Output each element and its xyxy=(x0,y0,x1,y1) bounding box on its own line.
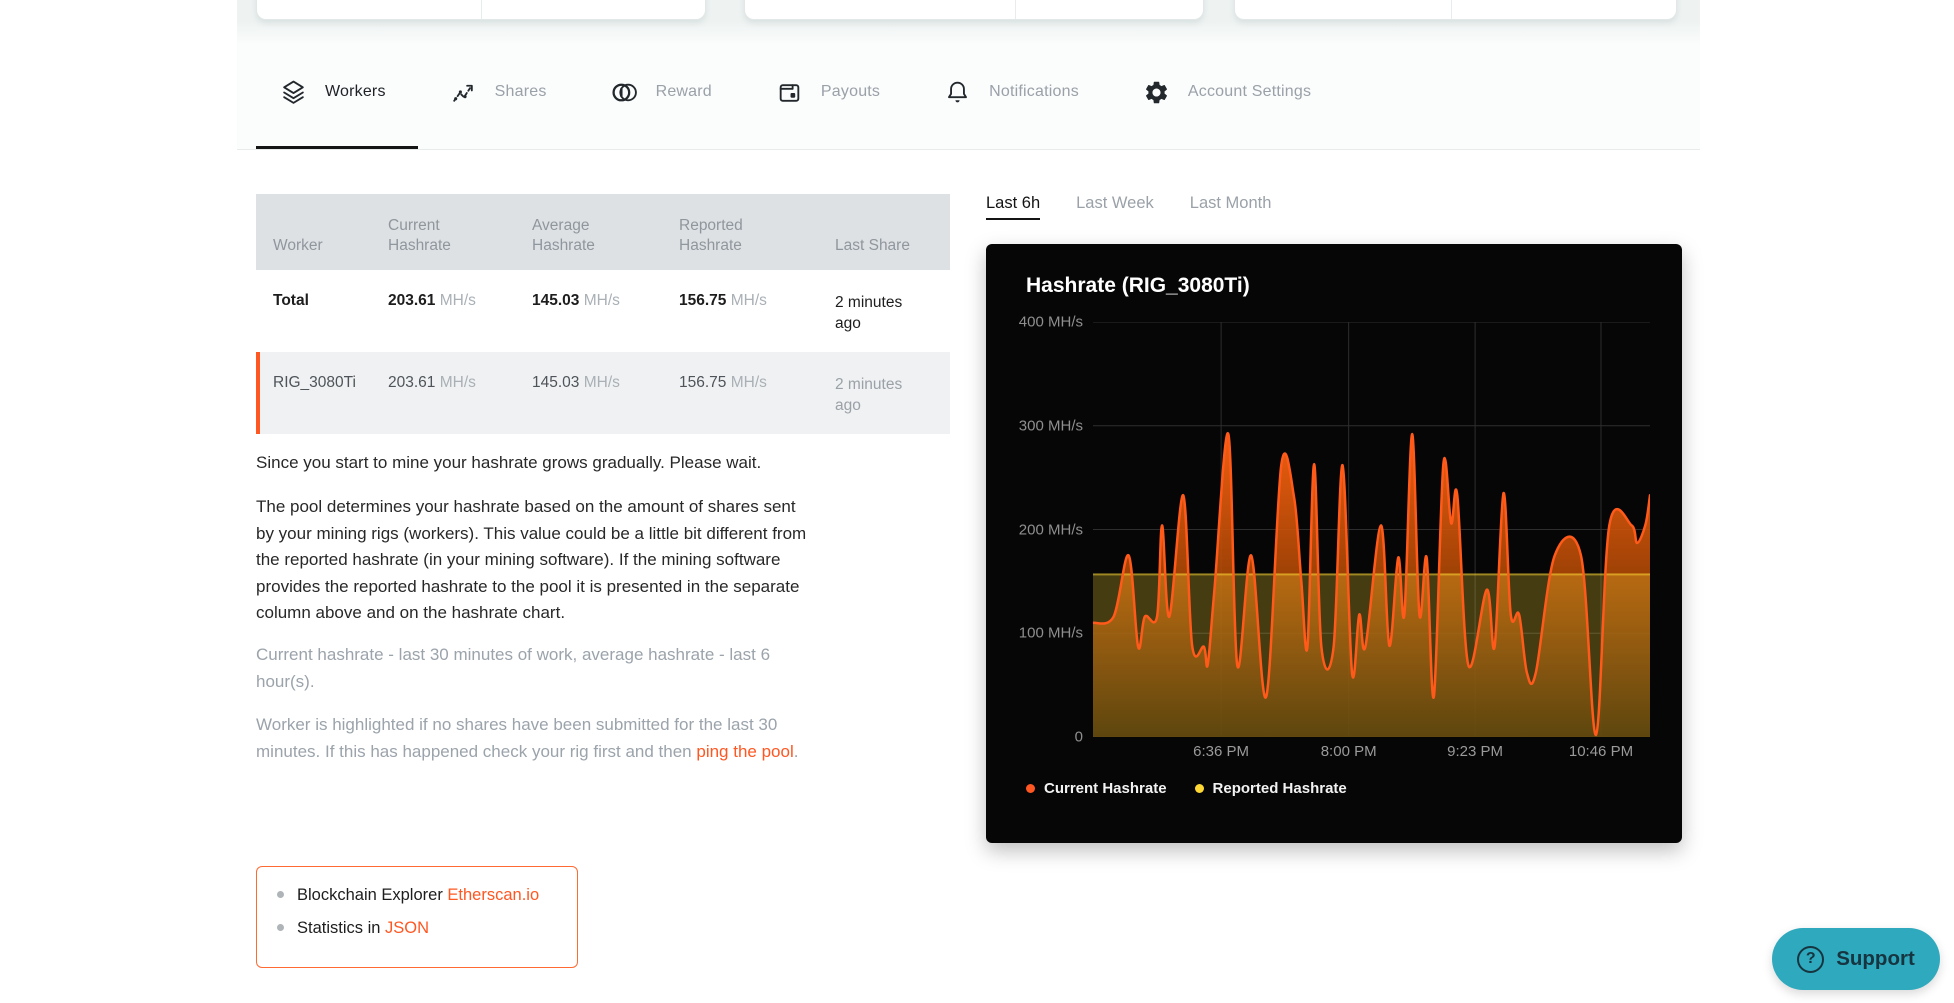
card-divider xyxy=(481,0,482,19)
tab-workers[interactable]: Workers xyxy=(280,79,386,106)
workers-page: Workers Shares Reward Payouts Notificati… xyxy=(0,0,1954,1003)
x-tick-label: 9:23 PM xyxy=(1447,743,1504,760)
hashrate-area-chart xyxy=(1093,322,1650,737)
y-tick-label: 200 MH/s xyxy=(1018,521,1083,538)
active-tab-indicator xyxy=(256,146,418,149)
y-tick-label: 100 MH/s xyxy=(1018,624,1083,642)
hint-hashrate-windows: Current hashrate - last 30 minutes of wo… xyxy=(256,645,771,691)
workers-table: Worker Current Hashrate Average Hashrate… xyxy=(256,194,950,434)
x-tick-label: 8:00 PM xyxy=(1320,743,1377,760)
x-tick-label: 6:36 PM xyxy=(1193,743,1250,760)
last-share-value: 2 minutes ago xyxy=(835,376,903,414)
statistics-text: Statistics in xyxy=(297,919,386,937)
support-button[interactable]: ? Support xyxy=(1772,928,1940,990)
hashrate-unit: MH/s xyxy=(583,292,620,309)
legend-dot-reported xyxy=(1194,784,1204,793)
chart-title: Hashrate (RIG_3080Ti) xyxy=(1026,274,1250,297)
support-label: Support xyxy=(1836,947,1915,970)
reported-hashrate-value: 156.75 xyxy=(679,292,727,309)
card-divider xyxy=(1451,0,1453,19)
range-tab-last-month[interactable]: Last Month xyxy=(1190,194,1272,220)
chart-range-tabs: Last 6h Last Week Last Month xyxy=(986,194,1271,220)
range-tab-last-6h[interactable]: Last 6h xyxy=(986,194,1041,220)
stat-card xyxy=(744,0,1204,20)
layers-icon xyxy=(283,80,304,104)
legend-item-current: Current Hashrate xyxy=(1026,780,1167,797)
tab-label: Workers xyxy=(325,83,386,100)
y-tick-label: 400 MH/s xyxy=(1018,313,1083,331)
blockchain-explorer-text: Blockchain Explorer xyxy=(297,886,448,904)
hashrate-unit: MH/s xyxy=(730,374,767,391)
stat-card xyxy=(1234,0,1677,20)
tab-payouts[interactable]: Payouts xyxy=(776,79,880,106)
hint-gradual-hashrate: Since you start to mine your hashrate gr… xyxy=(256,453,762,472)
json-stats-link[interactable]: JSON xyxy=(385,919,429,937)
x-tick-label: 10:46 PM xyxy=(1568,743,1634,760)
x-axis-labels: 6:36 PM 8:00 PM 9:23 PM 10:46 PM xyxy=(1093,743,1650,765)
legend-label: Current Hashrate xyxy=(1044,780,1167,797)
hashrate-unit: MH/s xyxy=(583,374,620,391)
tab-label: Shares xyxy=(494,83,547,100)
col-header-worker: Worker xyxy=(273,237,323,254)
worker-name: RIG_3080Ti xyxy=(273,374,356,391)
average-hashrate-value: 145.03 xyxy=(532,292,580,309)
list-item: Statistics in JSON xyxy=(277,919,567,938)
current-hashrate-value: 203.61 xyxy=(388,374,436,391)
question-mark-icon: ? xyxy=(1797,945,1825,973)
col-header-current: Current Hashrate xyxy=(388,217,451,254)
gear-icon xyxy=(1145,81,1167,103)
tab-label: Notifications xyxy=(989,83,1079,100)
bullet-icon xyxy=(277,924,284,931)
legend-dot-current xyxy=(1026,784,1035,793)
worker-name: Total xyxy=(273,292,309,309)
tab-label: Reward xyxy=(655,83,712,100)
range-tab-last-week[interactable]: Last Week xyxy=(1076,194,1154,220)
card-divider xyxy=(1015,0,1017,19)
tab-account-settings[interactable]: Account Settings xyxy=(1143,79,1311,106)
average-hashrate-value: 145.03 xyxy=(532,374,580,391)
table-row-total: Total 203.61 MH/s 145.03 MH/s 156.75 MH/… xyxy=(256,270,950,352)
hashrate-chart-panel: Hashrate (RIG_3080Ti) 400 MH/s 300 MH/s 20… xyxy=(986,244,1682,843)
scatter-arrow-icon xyxy=(452,84,473,102)
hashrate-unit: MH/s xyxy=(439,374,476,391)
hint-pool-determination: The pool determines your hashrate based … xyxy=(256,497,807,622)
external-links-box: Blockchain Explorer Etherscan.io Statist… xyxy=(256,866,578,968)
y-tick-label: 0 xyxy=(1074,728,1083,746)
bullet-icon xyxy=(277,891,284,898)
tab-label: Account Settings xyxy=(1187,83,1312,100)
tab-notifications[interactable]: Notifications xyxy=(944,79,1079,106)
bell-icon xyxy=(948,81,968,102)
table-row-rig: RIG_3080Ti 203.61 MH/s 145.03 MH/s 156.7… xyxy=(256,352,950,434)
y-tick-label: 300 MH/s xyxy=(1018,417,1083,435)
last-share-value: 2 minutes ago xyxy=(835,294,903,332)
y-axis-labels: 400 MH/s 300 MH/s 200 MH/s 100 MH/s 0 xyxy=(986,314,1083,746)
main-tabbar: Workers Shares Reward Payouts Notificati… xyxy=(280,56,1311,128)
reported-hashrate-value: 156.75 xyxy=(679,374,727,391)
list-item: Blockchain Explorer Etherscan.io xyxy=(277,886,567,905)
col-header-reported: Reported Hashrate xyxy=(679,217,743,254)
col-header-last-share: Last Share xyxy=(835,237,910,254)
stat-card xyxy=(256,0,706,20)
wallet-icon xyxy=(779,83,800,102)
hashrate-unit: MH/s xyxy=(730,292,767,309)
etherscan-link[interactable]: Etherscan.io xyxy=(447,886,539,904)
coins-icon xyxy=(612,83,637,101)
hashrate-unit: MH/s xyxy=(439,292,476,309)
hint-highlight-period: . xyxy=(793,741,799,761)
legend-label: Reported Hashrate xyxy=(1212,780,1347,797)
tab-label: Payouts xyxy=(820,83,881,100)
tab-shares[interactable]: Shares xyxy=(450,79,547,106)
hint-highlight-rule: Worker is highlighted if no shares have … xyxy=(256,712,812,765)
legend-item-reported: Reported Hashrate xyxy=(1194,780,1347,797)
ping-the-pool-link[interactable]: ping the pool xyxy=(696,742,793,761)
chart-legend: Current Hashrate Reported Hashrate xyxy=(1026,780,1347,797)
table-header-row: Worker Current Hashrate Average Hashrate… xyxy=(256,194,950,270)
col-header-average: Average Hashrate xyxy=(532,217,595,254)
tab-reward[interactable]: Reward xyxy=(611,79,712,106)
current-hashrate-value: 203.61 xyxy=(388,292,436,309)
